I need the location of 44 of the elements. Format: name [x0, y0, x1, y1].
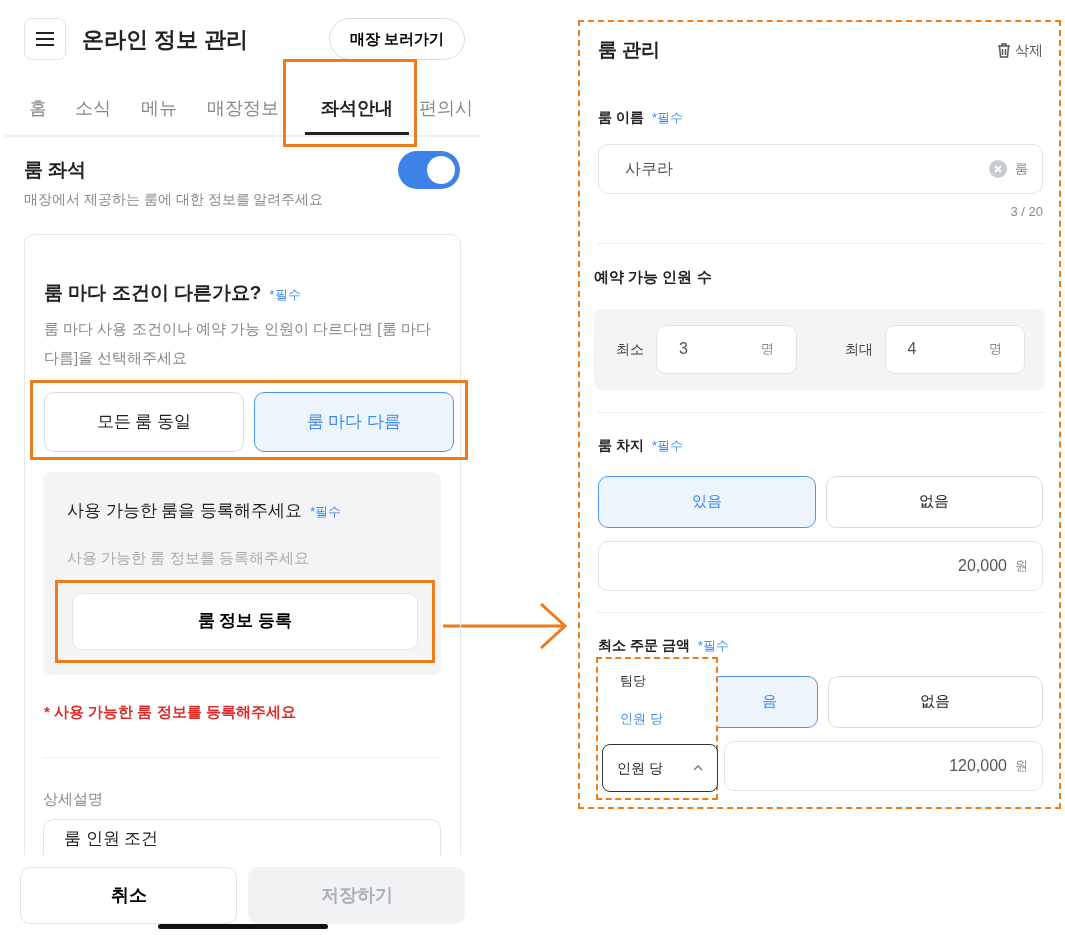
page-title: 온라인 정보 관리	[82, 25, 250, 54]
tab[interactable]: 매장정보	[207, 95, 279, 122]
input-field[interactable]: 4 명	[884, 324, 1025, 374]
panel-hint: 사용 가능한 룸 정보를 등록해주세요	[66, 548, 310, 568]
panel-title: 사용 가능한 룸을 등록해주세요	[67, 499, 303, 522]
field-label: 최소 주문 금액	[598, 635, 690, 655]
section-description: 매장에서 제공하는 룸에 대한 정보를 알려주세요	[24, 190, 325, 209]
option-button[interactable]: 없음	[825, 475, 1043, 528]
required-mark: *필수	[651, 108, 683, 127]
required-mark: *필수	[697, 636, 729, 655]
character-counter: 3 / 20	[1009, 202, 1043, 221]
field-label: 최대	[844, 339, 873, 359]
input-field[interactable]: 3 명	[656, 324, 797, 374]
option-button[interactable]: 모든 룸 동일	[44, 391, 244, 452]
select-dropdown[interactable]: 인원 당	[602, 744, 718, 792]
field-label: 상세설명	[42, 789, 104, 809]
input-field[interactable]: 20,000 원	[598, 540, 1043, 591]
question-description: 룸 마다 사용 조건이나 예약 가능 인원이 다르다면 [룸 마다 다름]을 선택해주세요	[43, 318, 432, 368]
store-view-button[interactable]: 매장 보러가기	[328, 18, 465, 60]
field-label: 예약 가능 인원 수	[594, 267, 712, 287]
tab[interactable]: 홈	[29, 95, 47, 122]
input-field[interactable]: 120,000 원	[724, 740, 1043, 791]
text-area[interactable]: 룸 인원 조건	[43, 818, 441, 855]
panel-title: 룸 관리	[598, 38, 661, 62]
section-title: 룸 좌석	[24, 157, 87, 182]
required-mark: *필수	[269, 286, 301, 304]
field-label: 최소	[616, 339, 644, 359]
question-title: 룸 마다 조건이 다른가요?	[44, 281, 262, 305]
option-button[interactable]: 없음	[827, 675, 1043, 728]
tab[interactable]: 메뉴	[141, 95, 177, 122]
menu-item[interactable]: 팀당	[620, 667, 646, 695]
input-field[interactable]: 사쿠라 룸	[598, 143, 1043, 194]
register-button[interactable]: 룸 정보 등록	[72, 592, 418, 650]
field-label: 룸 차지	[598, 435, 644, 455]
error-message: * 사용 가능한 룸 정보를 등록해주세요	[43, 701, 297, 722]
field-label: 룸 이름	[598, 107, 644, 127]
cancel-button[interactable]: 취소	[20, 867, 237, 924]
tab[interactable]: 좌석안내	[321, 95, 393, 122]
required-mark: *필수	[651, 436, 683, 455]
required-mark: *필수	[310, 502, 342, 521]
delete-button[interactable]: 삭제	[997, 39, 1043, 61]
tab[interactable]: 소식	[75, 95, 111, 122]
menu-item[interactable]: 인원 당	[620, 704, 663, 732]
tab[interactable]: 편의시	[419, 95, 473, 122]
